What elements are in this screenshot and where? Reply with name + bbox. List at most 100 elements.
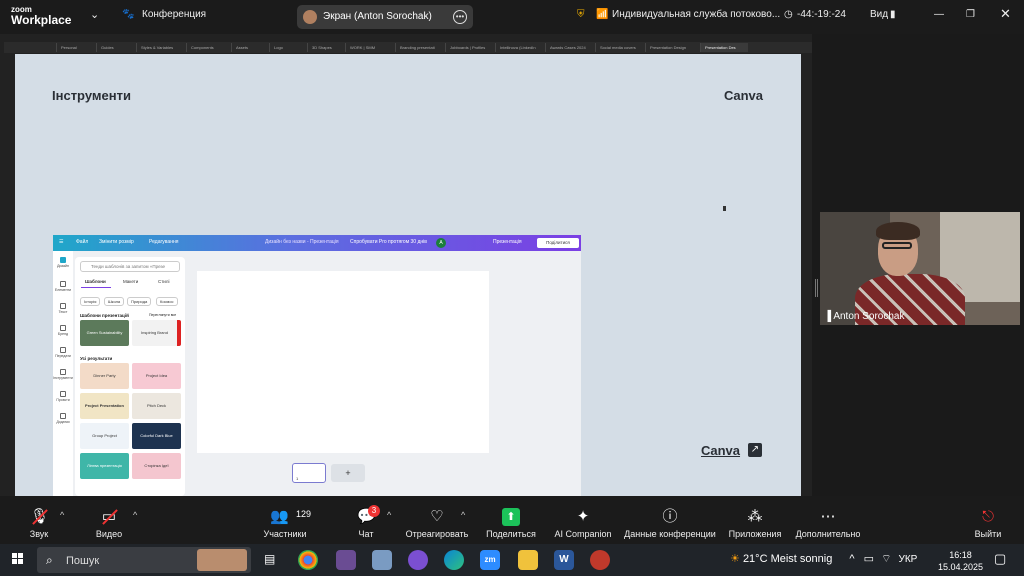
weather-icon: ☀ xyxy=(730,553,740,565)
clock-time: 16:18 xyxy=(949,550,972,560)
file-explorer-icon[interactable] xyxy=(518,550,538,570)
browser-tab[interactable]: Logo xyxy=(269,43,307,52)
canva-toolbar: ☰ Файл Змінити розмір Редагування Дизайн… xyxy=(53,235,581,251)
react-button[interactable]: ♡ Отреагировать xyxy=(402,496,472,544)
template-thumb: Сторінка Ідеї xyxy=(132,453,181,479)
video-button[interactable]: ▭ Видео xyxy=(88,496,130,544)
more-button[interactable]: ⋯ Дополнительно xyxy=(792,496,864,544)
panel-resize-handle[interactable] xyxy=(815,279,818,297)
more-icon[interactable]: ••• xyxy=(453,10,467,24)
browser-tab[interactable]: Presentation Design xyxy=(645,43,700,52)
template-thumb: Colorful Dark Blue xyxy=(132,423,181,449)
weather-text[interactable]: 21°C Meist sonnig xyxy=(743,553,832,565)
browser-tab[interactable]: Styles & Variables xyxy=(136,43,186,52)
zoom-logo-line2: Workplace xyxy=(11,13,72,27)
view-button[interactable]: Вид xyxy=(870,9,888,20)
zoom-icon[interactable]: zm xyxy=(480,550,500,570)
language-indicator[interactable]: УКР xyxy=(899,554,918,565)
external-link-icon[interactable]: ↗ xyxy=(748,443,762,457)
canva-editing: Редагування xyxy=(149,239,179,245)
rail-item: Додатки xyxy=(53,413,73,424)
slide-brand: Canva xyxy=(723,88,763,103)
browser-tab[interactable]: Social media covers xyxy=(595,43,645,52)
canva-resize: Змінити розмір xyxy=(99,239,134,245)
browser-tab[interactable]: Personal xyxy=(56,43,96,52)
browser-tab[interactable]: WORK | SMM xyxy=(345,43,395,52)
browser-tab[interactable]: Awards Cases 2024 xyxy=(545,43,595,52)
more-dots-icon: ⋯ xyxy=(820,508,836,525)
clock-icon: ◷ xyxy=(784,9,793,20)
meeting-label[interactable]: Конференция xyxy=(142,9,206,20)
battery-icon[interactable]: ▭ xyxy=(864,553,874,565)
restore-icon[interactable]: ❐ xyxy=(966,9,975,20)
chip: Історія xyxy=(80,297,101,306)
windows-taskbar: ⌕ Пошук ▤ zm W ☀ 21°C Meist sonnig ^ ▭ ⌔… xyxy=(0,544,1024,576)
participants-button[interactable]: 👥 129 Участники xyxy=(256,496,314,544)
taskbar-search[interactable]: ⌕ Пошук xyxy=(37,547,251,573)
app-icon[interactable] xyxy=(372,550,392,570)
participants-icon: 👥 xyxy=(270,508,289,525)
chrome-icon[interactable] xyxy=(298,550,318,570)
ai-companion-button[interactable]: ✦ AI Companion xyxy=(550,496,616,544)
minimize-icon[interactable]: — xyxy=(934,9,944,20)
canva-side-rail: Дизайн Елементи Текст Бренд Передати Інс… xyxy=(53,251,73,496)
meeting-info-button[interactable]: ⓘ Данные конференции xyxy=(622,496,718,544)
section-title: Усі результати xyxy=(80,356,113,361)
section-title: Шаблони презентацій xyxy=(80,313,129,318)
browser-tab[interactable]: Jobboards | Profiles xyxy=(445,43,495,52)
zoom-top-bar: zoom Workplace ⌄ 🐾 Конференция Экран (An… xyxy=(0,0,1024,34)
react-caret-icon[interactable]: ^ xyxy=(461,510,465,520)
audio-button[interactable]: 🎙 Звук xyxy=(18,496,60,544)
leave-button[interactable]: ⎋ Выйти xyxy=(968,496,1008,544)
slide-canva-link[interactable]: Canva xyxy=(701,443,740,458)
tray-expand-icon[interactable]: ^ xyxy=(849,553,854,565)
taskbar-clock[interactable]: 16:18 15.04.2025 xyxy=(938,549,983,573)
browser-tab[interactable]: Intellinova (LinkedIn xyxy=(495,43,545,52)
task-view-icon[interactable]: ▤ xyxy=(264,552,275,566)
network-icon[interactable]: ⌔ xyxy=(881,553,891,565)
template-thumb: Inspiring Brand xyxy=(132,320,181,346)
slide-title: Інструменти xyxy=(52,88,131,103)
video-caret-icon[interactable]: ^ xyxy=(133,510,137,520)
app-icon[interactable] xyxy=(336,550,356,570)
chip: Природа xyxy=(127,297,152,306)
view-icon[interactable]: ▮ xyxy=(890,9,896,20)
share-pill[interactable]: Экран (Anton Sorochak) ••• xyxy=(297,5,473,29)
canva-add-page: + xyxy=(331,464,365,482)
app-icon[interactable] xyxy=(590,550,610,570)
participant-video[interactable]: ▐ Anton Sorochak xyxy=(820,212,1020,325)
share-button[interactable]: ⬆ Поделиться xyxy=(482,496,540,544)
audio-caret-icon[interactable]: ^ xyxy=(60,510,64,520)
search-icon: ⌕ xyxy=(46,553,53,567)
rail-item: Проєкти xyxy=(53,391,73,402)
notifications-icon[interactable]: ▢ xyxy=(994,551,1006,567)
chat-caret-icon[interactable]: ^ xyxy=(387,510,391,520)
canva-search: Тенди шаблонів за запитом «Презе xyxy=(80,261,180,272)
viber-icon[interactable] xyxy=(408,550,428,570)
shield-icon[interactable]: ⛨ xyxy=(577,9,585,20)
mic-muted-icon: 🎙 xyxy=(30,508,49,526)
rail-item: Передати xyxy=(53,347,73,358)
apps-button[interactable]: ⁂ Приложения xyxy=(724,496,786,544)
browser-tab[interactable]: Assets xyxy=(231,43,269,52)
browser-tab[interactable]: Branding presentati xyxy=(395,43,445,52)
browser-tab[interactable]: Guides xyxy=(96,43,136,52)
security-text[interactable]: Индивидуальная служба потоково... xyxy=(612,9,780,20)
sparkle-icon: ✦ xyxy=(576,508,590,525)
meeting-timer: -44:-19:-24 xyxy=(797,9,846,20)
browser-tab[interactable]: Components xyxy=(186,43,231,52)
windows-start-icon[interactable] xyxy=(12,553,24,565)
browser-tab[interactable]: 3D Shapes xyxy=(307,43,345,52)
close-icon[interactable]: ✕ xyxy=(1000,6,1011,22)
word-icon[interactable]: W xyxy=(554,550,574,570)
chat-button[interactable]: 💬 3 Чат xyxy=(346,496,386,544)
template-thumb: Group Project xyxy=(80,423,129,449)
browser-tab-active[interactable]: Presentation Des xyxy=(700,43,748,52)
edge-icon[interactable] xyxy=(444,550,464,570)
panel-tab: Стилі xyxy=(158,279,170,284)
chevron-down-icon[interactable]: ⌄ xyxy=(90,8,99,21)
participant-name: ▐ Anton Sorochak xyxy=(824,311,905,322)
rail-item: Елементи xyxy=(53,281,73,292)
search-highlight-image xyxy=(197,549,247,571)
rail-item: Інструменти xyxy=(53,369,73,380)
